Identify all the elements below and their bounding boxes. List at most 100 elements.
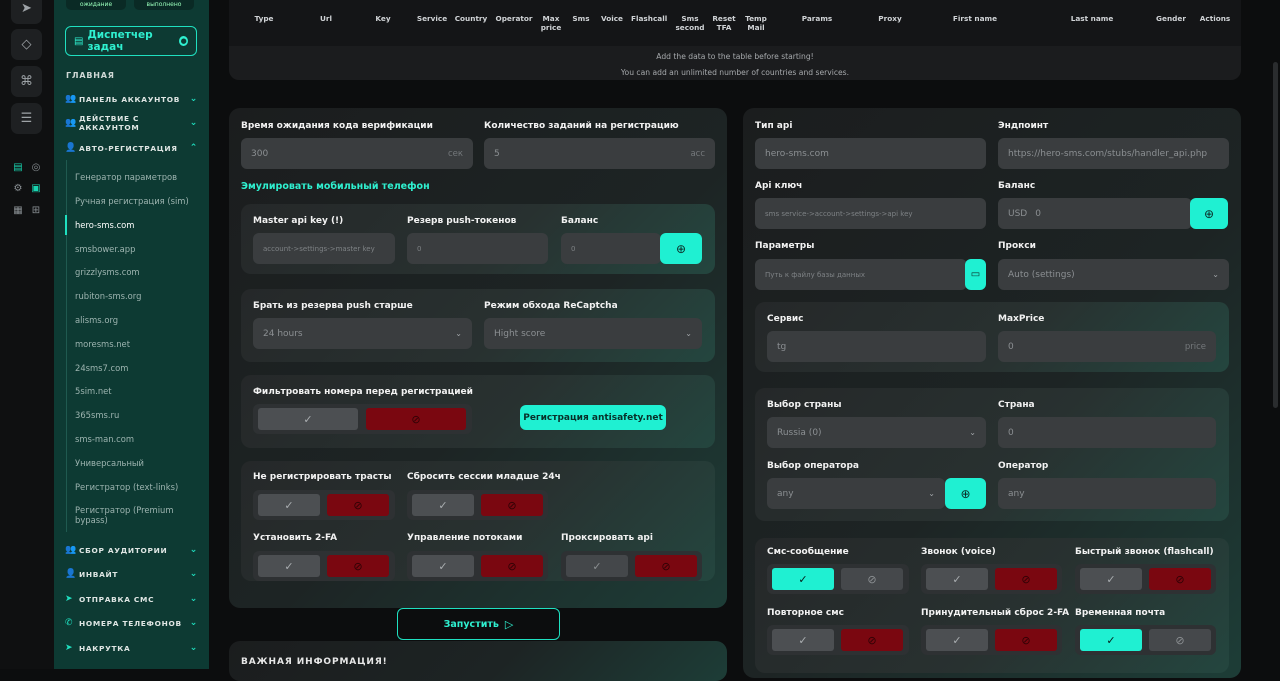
scrollbar[interactable] xyxy=(1273,62,1278,408)
push-reserve-input[interactable]: 0 xyxy=(407,233,548,264)
refresh-balance-button[interactable]: ⊕ xyxy=(1190,198,1228,229)
api-key-input[interactable]: sms service->account->settings->api key xyxy=(755,198,986,229)
country-select[interactable]: Russia (0) ⌄ xyxy=(767,417,986,448)
chevron-up-icon: ⌃ xyxy=(189,143,198,153)
group-invite[interactable]: 👤 ИНВАЙТ ⌄ xyxy=(65,567,198,581)
group-send-sms[interactable]: ➤ ОТПРАВКА СМС ⌄ xyxy=(65,592,198,606)
sidebar-item-hero-sms[interactable]: hero-sms.com xyxy=(75,220,195,230)
sidebar-item-moresms[interactable]: moresms.net xyxy=(75,339,195,349)
diamond-icon[interactable]: ◇ xyxy=(11,29,42,60)
voice-toggle[interactable]: ✓ ⊘ xyxy=(921,564,1062,594)
sidebar-item-grizzlysms[interactable]: grizzlysms.com xyxy=(75,267,195,277)
sidebar-item-alisms[interactable]: alisms.org xyxy=(75,315,195,325)
task-dispatcher-button[interactable]: ▤ Диспетчер задач ● xyxy=(65,26,197,56)
forbidden-icon[interactable]: ⊘ xyxy=(327,555,389,577)
proxy-select[interactable]: Auto (settings) ⌄ xyxy=(998,259,1229,290)
sidebar-item-rubiton[interactable]: rubiton-sms.org xyxy=(75,291,195,301)
set-2fa-toggle[interactable]: ✓ ⊘ xyxy=(253,551,395,581)
service-input[interactable]: tg xyxy=(767,331,986,362)
check-icon[interactable]: ✓ xyxy=(926,568,988,590)
tasks-count-input[interactable]: 5 acc xyxy=(484,138,715,169)
sheet-icon[interactable]: ▤ xyxy=(11,160,25,174)
check-icon[interactable]: ✓ xyxy=(258,494,320,516)
operator-select[interactable]: any ⌄ xyxy=(767,478,945,509)
forbidden-icon[interactable]: ⊘ xyxy=(1149,568,1211,590)
globe-icon[interactable]: ◎ xyxy=(29,160,43,174)
verify-wait-input[interactable]: 300 сек xyxy=(241,138,473,169)
sms-toggle[interactable]: ✓ ⊘ xyxy=(767,564,909,594)
forbidden-icon[interactable]: ⊘ xyxy=(327,494,389,516)
maxprice-input[interactable]: 0 price xyxy=(998,331,1216,362)
check-icon[interactable]: ✓ xyxy=(412,494,474,516)
check-icon[interactable]: ✓ xyxy=(258,555,320,577)
sidebar-item-text-links[interactable]: Регистратор (text-links) xyxy=(75,482,195,492)
flashcall-toggle[interactable]: ✓ ⊘ xyxy=(1075,564,1216,594)
push-older-select[interactable]: 24 hours ⌄ xyxy=(253,318,472,349)
command-icon[interactable]: ⌘ xyxy=(11,66,42,97)
forbidden-icon[interactable]: ⊘ xyxy=(841,629,903,651)
refresh-operators-button[interactable]: ⊕ xyxy=(945,478,986,509)
sidebar-item-24sms7[interactable]: 24sms7.com xyxy=(75,363,195,373)
filter-numbers-toggle[interactable]: ✓ ⊘ xyxy=(253,404,472,434)
refresh-balance-button[interactable]: ⊕ xyxy=(660,233,702,264)
group-boost[interactable]: ➤ НАКРУТКА ⌄ xyxy=(65,641,198,655)
antisafety-register-button[interactable]: Регистрация antisafety.net xyxy=(520,405,666,430)
group-audience[interactable]: 👥 СБОР АУДИТОРИИ ⌄ xyxy=(65,543,198,557)
forbidden-icon[interactable]: ⊘ xyxy=(481,494,543,516)
database-icon[interactable]: ☰ xyxy=(11,103,42,134)
check-icon[interactable]: ✓ xyxy=(772,629,834,651)
sidebar-item-premium-bypass[interactable]: Регистратор (Premium bypass) xyxy=(75,505,185,525)
check-icon[interactable]: ✓ xyxy=(1080,629,1142,651)
check-icon[interactable]: ✓ xyxy=(926,629,988,651)
check-icon[interactable]: ✓ xyxy=(772,568,834,590)
force-reset-2fa-toggle[interactable]: ✓ ⊘ xyxy=(921,625,1062,655)
emulate-phone-link[interactable]: Эмулировать мобильный телефон xyxy=(241,181,430,192)
temp-mail-toggle[interactable]: ✓ ⊘ xyxy=(1075,625,1216,655)
forbidden-icon[interactable]: ⊘ xyxy=(481,555,543,577)
no-trusts-toggle[interactable]: ✓ ⊘ xyxy=(253,490,395,520)
start-button[interactable]: Запустить ▷ xyxy=(397,608,560,640)
open-folder-button[interactable]: ▭ xyxy=(965,259,986,290)
check-icon[interactable]: ✓ xyxy=(1080,568,1142,590)
check-icon[interactable]: ✓ xyxy=(258,408,358,430)
forbidden-icon[interactable]: ⊘ xyxy=(995,568,1057,590)
repeat-sms-toggle[interactable]: ✓ ⊘ xyxy=(767,625,909,655)
threads-toggle[interactable]: ✓ ⊘ xyxy=(407,551,548,581)
recaptcha-select[interactable]: Hight score ⌄ xyxy=(484,318,702,349)
monitor-icon[interactable]: ▣ xyxy=(29,181,43,195)
sidebar-item-param-generator[interactable]: Генератор параметров xyxy=(75,172,195,182)
send-icon[interactable]: ➤ xyxy=(11,0,42,24)
group-accounts-panel[interactable]: 👥 ПАНЕЛЬ АККАУНТОВ ⌄ xyxy=(65,92,198,106)
master-key-input[interactable]: account->settings->master key xyxy=(253,233,395,264)
sidebar-item-5sim[interactable]: 5sim.net xyxy=(75,386,195,396)
sidebar-item-365sms[interactable]: 365sms.ru xyxy=(75,410,195,420)
group-auto-registration[interactable]: 👤 АВТО-РЕГИСТРАЦИЯ ⌃ xyxy=(65,141,198,155)
proxy-api-toggle[interactable]: ✓ ⊘ xyxy=(561,551,702,581)
sidebar-item-universal[interactable]: Универсальный xyxy=(75,458,195,468)
params-input[interactable]: Путь к файлу базы данных xyxy=(755,259,967,290)
sidebar-item-manual-registration[interactable]: Ручная регистрация (sim) xyxy=(75,196,195,206)
sidebar-item-smsbower[interactable]: smsbower.app xyxy=(75,244,195,254)
operator-input[interactable]: any xyxy=(998,478,1216,509)
group-phone-numbers[interactable]: ✆ НОМЕРА ТЕЛЕФОНОВ ⌄ xyxy=(65,616,198,630)
user-plus-icon: 👤 xyxy=(65,569,77,579)
users-icon: 👥 xyxy=(65,118,77,128)
sidebar-item-sms-man[interactable]: sms-man.com xyxy=(75,434,195,444)
forbidden-icon[interactable]: ⊘ xyxy=(995,629,1057,651)
document-icon[interactable]: ▦ xyxy=(11,203,25,217)
check-icon[interactable]: ✓ xyxy=(566,555,628,577)
forbidden-icon[interactable]: ⊘ xyxy=(841,568,903,590)
group-account-actions[interactable]: 👥 ДЕЙСТВИЕ С АККАУНТОМ ⌄ xyxy=(65,114,198,132)
endpoint-input[interactable]: https://hero-sms.com/stubs/handler_api.p… xyxy=(998,138,1229,169)
grid-icon[interactable]: ⊞ xyxy=(29,203,43,217)
tab-pending[interactable]: ожидание xyxy=(66,0,126,10)
country-input[interactable]: 0 xyxy=(998,417,1216,448)
check-icon[interactable]: ✓ xyxy=(412,555,474,577)
forbidden-icon[interactable]: ⊘ xyxy=(1149,629,1211,651)
group-label: ПАНЕЛЬ АККАУНТОВ xyxy=(79,94,181,104)
forbidden-icon[interactable]: ⊘ xyxy=(366,408,466,430)
tab-done[interactable]: выполнено xyxy=(134,0,194,10)
settings-icon[interactable]: ⚙ xyxy=(11,181,25,195)
forbidden-icon[interactable]: ⊘ xyxy=(635,555,697,577)
reset-sessions-toggle[interactable]: ✓ ⊘ xyxy=(407,490,548,520)
